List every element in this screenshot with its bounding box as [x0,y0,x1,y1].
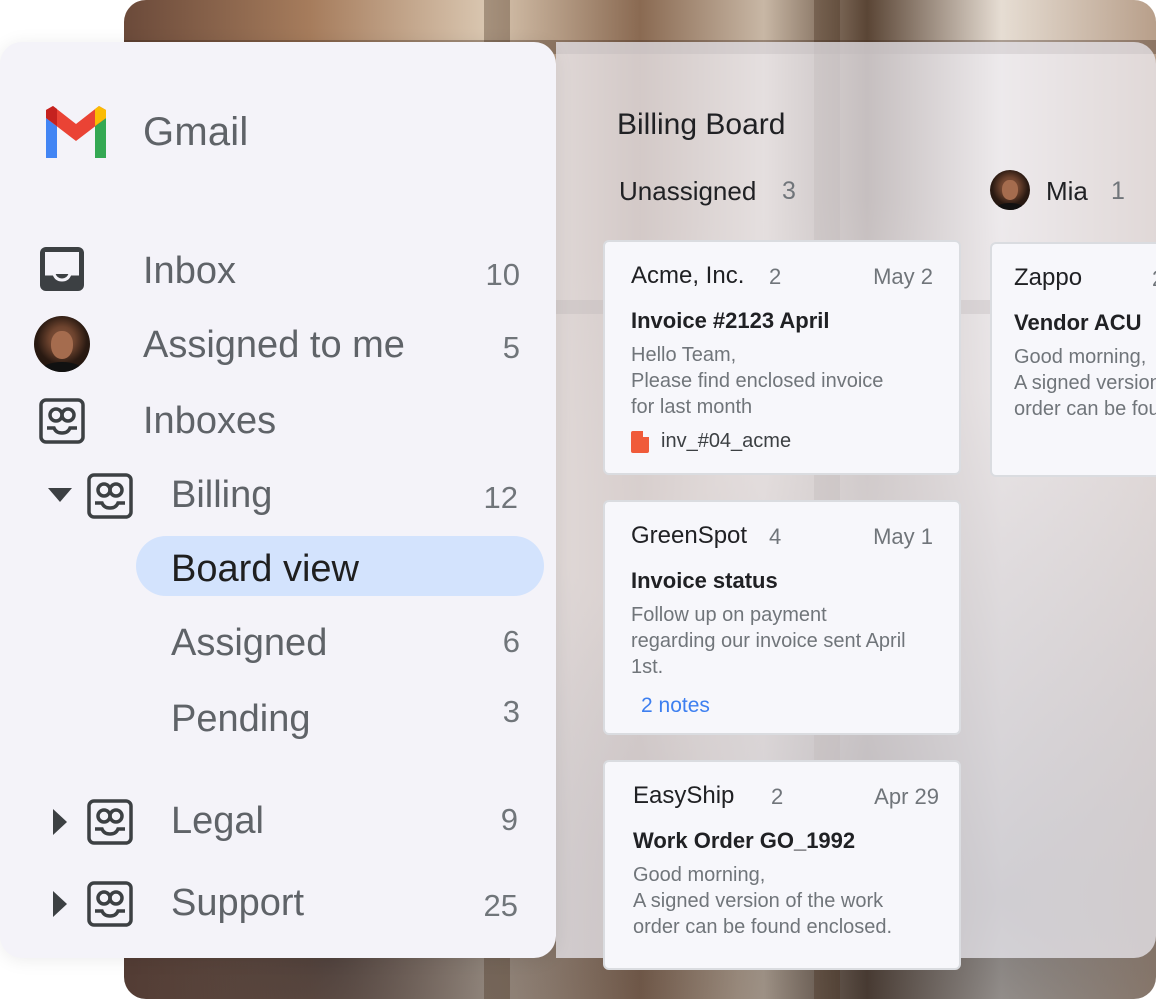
collapse-caret-icon[interactable] [48,488,72,502]
card-sender: Acme, Inc. [631,262,745,289]
sidebar-item-label: Inbox [143,250,236,292]
pdf-file-icon [631,430,649,453]
card-thread-count: 2 [1152,266,1156,292]
card-date: May 2 [873,264,933,289]
board-title: Billing Board [617,108,786,141]
sidebar-item-count: 10 [485,257,520,292]
column-count: 1 [1111,177,1125,205]
expand-caret-icon[interactable] [53,891,67,917]
shared-inbox-icon [39,398,85,444]
shared-inbox-icon [87,881,133,927]
card-attachment[interactable]: inv_#04_acme [631,430,791,453]
shared-inbox-icon [87,473,133,519]
card-snippet: Good morning, A signed version of the wo… [1014,346,1156,420]
card-snippet: Follow up on payment regarding our invoi… [631,604,906,678]
board-card[interactable]: GreenSpot 4 May 1 Invoice status Follow … [603,500,961,735]
sidebar-item-label: Billing [171,474,273,516]
shared-inbox-icon [87,799,133,845]
card-notes-link[interactable]: 2 notes [641,694,710,718]
attachment-name: inv_#04_acme [661,430,792,452]
card-date: May 1 [873,524,933,549]
expand-caret-icon[interactable] [53,809,67,835]
column-title: Mia [1046,176,1088,206]
sidebar-item-label: Assigned to me [143,324,405,366]
card-subject: Invoice #2123 April [631,308,830,333]
avatar [34,316,90,372]
sidebar-item-count: 25 [483,888,518,923]
column-title: Unassigned [619,176,757,206]
card-thread-count: 2 [771,784,784,809]
column-count: 3 [782,177,796,205]
sidebar-item-label: Pending [171,698,311,740]
card-sender: Zappo [1014,264,1083,291]
card-subject: Vendor ACU [1014,310,1142,335]
card-date: Apr 29 [874,784,939,809]
card-subject: Work Order GO_1992 [633,828,856,853]
sidebar-item-label: Board view [171,548,359,590]
card-snippet: Hello Team, Please find enclosed invoice… [631,344,884,418]
sidebar-item-label: Support [171,882,305,924]
sidebar-item-count: 12 [483,480,518,515]
card-snippet: Good morning, A signed version of the wo… [633,864,893,938]
sidebar-item-count: 6 [502,624,520,659]
card-sender: GreenSpot [631,522,748,549]
sidebar-item-count: 9 [500,802,518,837]
card-thread-count: 4 [769,524,782,549]
board-card[interactable]: EasyShip 2 Apr 29 Work Order GO_1992 Goo… [603,760,961,970]
card-thread-count: 2 [769,264,782,289]
sidebar-item-label: Assigned [171,622,328,664]
gmail-logo [46,106,106,158]
inbox-icon [40,247,84,291]
card-subject: Invoice status [631,568,778,593]
board-card[interactable]: Acme, Inc. 2 May 2 Invoice #2123 April H… [603,240,961,475]
sidebar-item-count: 5 [502,330,520,365]
sidebar-item-count: 3 [502,694,520,729]
sidebar-item-label: Legal [171,800,264,842]
card-sender: EasyShip [633,782,735,809]
board-card[interactable]: Zappo 2 Vendor ACU Good morning, A signe… [990,242,1156,477]
avatar [990,170,1030,210]
app-title: Gmail [143,110,249,154]
sidebar-item-label: Inboxes [143,400,277,442]
